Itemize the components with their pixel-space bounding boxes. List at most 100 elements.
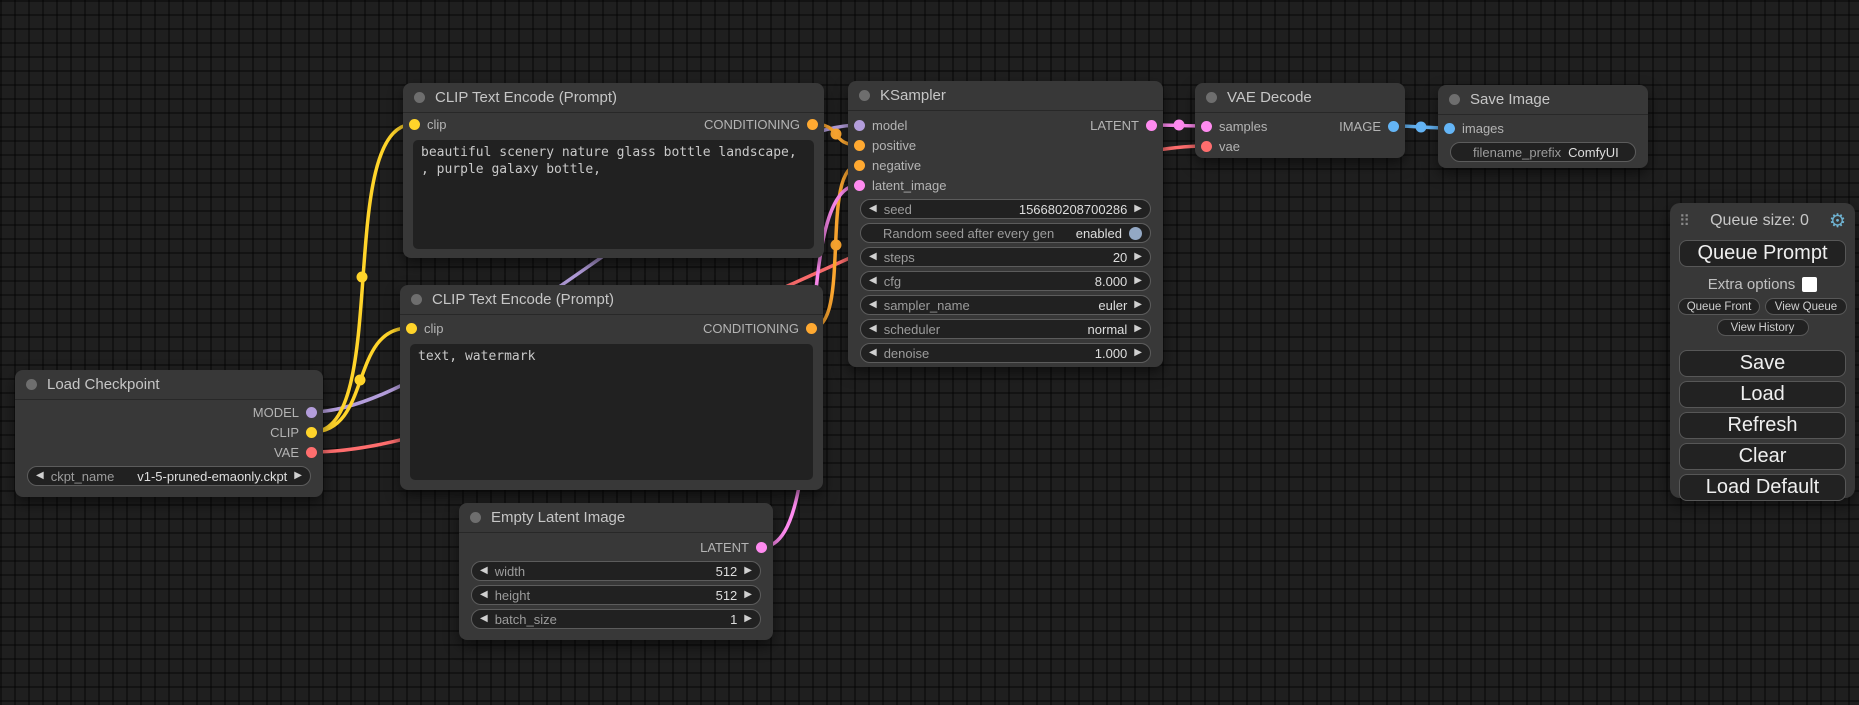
load-button[interactable]: Load [1679, 381, 1846, 408]
node-header[interactable]: VAE Decode [1195, 83, 1405, 113]
input-port-negative[interactable] [854, 160, 865, 171]
widget-steps[interactable]: ◀ steps 20 ▶ [860, 247, 1151, 267]
decrement-arrow-icon[interactable]: ◀ [869, 252, 877, 262]
input-port-latent-image[interactable] [854, 180, 865, 191]
input-port-vae[interactable] [1201, 141, 1212, 152]
widget-batch-size[interactable]: ◀ batch_size 1 ▶ [471, 609, 761, 629]
collapse-dot-icon[interactable] [414, 92, 425, 103]
queue-front-button[interactable]: Queue Front [1678, 298, 1760, 315]
drag-handle-icon[interactable]: ⠿ [1679, 212, 1690, 230]
decrement-arrow-icon[interactable]: ◀ [869, 324, 877, 334]
decrement-arrow-icon[interactable]: ◀ [36, 471, 44, 481]
increment-arrow-icon[interactable]: ▶ [294, 471, 302, 481]
decrement-arrow-icon[interactable]: ◀ [869, 204, 877, 214]
decrement-arrow-icon[interactable]: ◀ [480, 590, 488, 600]
output-label: VAE [274, 445, 299, 460]
output-port-model[interactable] [306, 407, 317, 418]
view-history-button[interactable]: View History [1717, 319, 1809, 336]
node-title: KSampler [880, 87, 946, 104]
input-port-clip[interactable] [406, 323, 417, 334]
decrement-arrow-icon[interactable]: ◀ [869, 276, 877, 286]
widget-height[interactable]: ◀ height 512 ▶ [471, 585, 761, 605]
collapse-dot-icon[interactable] [470, 512, 481, 523]
input-port-positive[interactable] [854, 140, 865, 151]
increment-arrow-icon[interactable]: ▶ [1134, 324, 1142, 334]
output-port-conditioning[interactable] [807, 119, 818, 130]
output-port-conditioning[interactable] [806, 323, 817, 334]
node-header[interactable]: CLIP Text Encode (Prompt) [400, 285, 823, 315]
output-label: CONDITIONING [703, 321, 799, 336]
node-vae-decode[interactable]: VAE Decode samples IMAGE vae [1195, 83, 1405, 158]
increment-arrow-icon[interactable]: ▶ [1134, 300, 1142, 310]
input-port-samples[interactable] [1201, 121, 1212, 132]
input-port-model[interactable] [854, 120, 865, 131]
widget-ckpt-name[interactable]: ◀ ckpt_name v1-5-pruned-emaonly.ckpt ▶ [27, 466, 311, 486]
view-queue-button[interactable]: View Queue [1765, 298, 1847, 315]
node-title: CLIP Text Encode (Prompt) [432, 291, 614, 308]
node-empty-latent-image[interactable]: Empty Latent Image LATENT ◀ width 512 ▶ … [459, 503, 773, 640]
node-clip-text-encode-negative[interactable]: CLIP Text Encode (Prompt) clip CONDITION… [400, 285, 823, 490]
input-label: model [872, 118, 907, 133]
collapse-dot-icon[interactable] [26, 379, 37, 390]
output-port-clip[interactable] [306, 427, 317, 438]
node-header[interactable]: CLIP Text Encode (Prompt) [403, 83, 824, 113]
node-header[interactable]: Empty Latent Image [459, 503, 773, 533]
widget-filename-prefix[interactable]: filename_prefix ComfyUI [1450, 142, 1636, 162]
toggle-enabled-icon[interactable] [1129, 227, 1142, 240]
increment-arrow-icon[interactable]: ▶ [1134, 252, 1142, 262]
clear-button[interactable]: Clear [1679, 443, 1846, 470]
collapse-dot-icon[interactable] [1449, 94, 1460, 105]
decrement-arrow-icon[interactable]: ◀ [480, 566, 488, 576]
output-port-latent[interactable] [756, 542, 767, 553]
prompt-textarea[interactable]: beautiful scenery nature glass bottle la… [413, 140, 814, 249]
widget-value: 1.000 [1095, 346, 1128, 361]
increment-arrow-icon[interactable]: ▶ [1134, 204, 1142, 214]
output-label: CLIP [270, 425, 299, 440]
increment-arrow-icon[interactable]: ▶ [744, 614, 752, 624]
settings-gear-icon[interactable]: ⚙ [1829, 212, 1846, 231]
decrement-arrow-icon[interactable]: ◀ [480, 614, 488, 624]
increment-arrow-icon[interactable]: ▶ [744, 590, 752, 600]
save-button[interactable]: Save [1679, 350, 1846, 377]
input-port-images[interactable] [1444, 123, 1455, 134]
node-header[interactable]: Load Checkpoint [15, 370, 323, 400]
widget-width[interactable]: ◀ width 512 ▶ [471, 561, 761, 581]
queue-prompt-button[interactable]: Queue Prompt [1679, 240, 1846, 267]
decrement-arrow-icon[interactable]: ◀ [869, 300, 877, 310]
collapse-dot-icon[interactable] [1206, 92, 1217, 103]
collapse-dot-icon[interactable] [411, 294, 422, 305]
widget-random-seed-toggle[interactable]: Random seed after every gen enabled [860, 223, 1151, 243]
output-label: CONDITIONING [704, 117, 800, 132]
input-port-clip[interactable] [409, 119, 420, 130]
graph-canvas[interactable]: Load Checkpoint MODEL CLIP VAE ◀ ckpt_na… [0, 0, 1859, 705]
widget-cfg[interactable]: ◀ cfg 8.000 ▶ [860, 271, 1151, 291]
widget-denoise[interactable]: ◀ denoise 1.000 ▶ [860, 343, 1151, 363]
output-port-latent[interactable] [1146, 120, 1157, 131]
collapse-dot-icon[interactable] [859, 90, 870, 101]
input-label: negative [872, 158, 921, 173]
widget-value: v1-5-pruned-emaonly.ckpt [137, 469, 287, 484]
node-save-image[interactable]: Save Image images filename_prefix ComfyU… [1438, 85, 1648, 168]
output-port-vae[interactable] [306, 447, 317, 458]
widget-scheduler[interactable]: ◀ scheduler normal ▶ [860, 319, 1151, 339]
node-ksampler[interactable]: KSampler model LATENT positive negative … [848, 81, 1163, 367]
extra-options-checkbox[interactable] [1802, 277, 1817, 292]
refresh-button[interactable]: Refresh [1679, 412, 1846, 439]
node-load-checkpoint[interactable]: Load Checkpoint MODEL CLIP VAE ◀ ckpt_na… [15, 370, 323, 497]
widget-label: filename_prefix [1473, 145, 1561, 160]
decrement-arrow-icon[interactable]: ◀ [869, 348, 877, 358]
increment-arrow-icon[interactable]: ▶ [1134, 348, 1142, 358]
widget-label: width [495, 564, 525, 579]
widget-label: denoise [884, 346, 930, 361]
increment-arrow-icon[interactable]: ▶ [1134, 276, 1142, 286]
widget-seed[interactable]: ◀ seed 156680208700286 ▶ [860, 199, 1151, 219]
node-header[interactable]: Save Image [1438, 85, 1648, 115]
node-header[interactable]: KSampler [848, 81, 1163, 111]
widget-value: ComfyUI [1568, 145, 1619, 160]
increment-arrow-icon[interactable]: ▶ [744, 566, 752, 576]
output-port-image[interactable] [1388, 121, 1399, 132]
prompt-textarea[interactable]: text, watermark [410, 344, 813, 480]
load-default-button[interactable]: Load Default [1679, 474, 1846, 501]
widget-sampler-name[interactable]: ◀ sampler_name euler ▶ [860, 295, 1151, 315]
node-clip-text-encode-positive[interactable]: CLIP Text Encode (Prompt) clip CONDITION… [403, 83, 824, 258]
